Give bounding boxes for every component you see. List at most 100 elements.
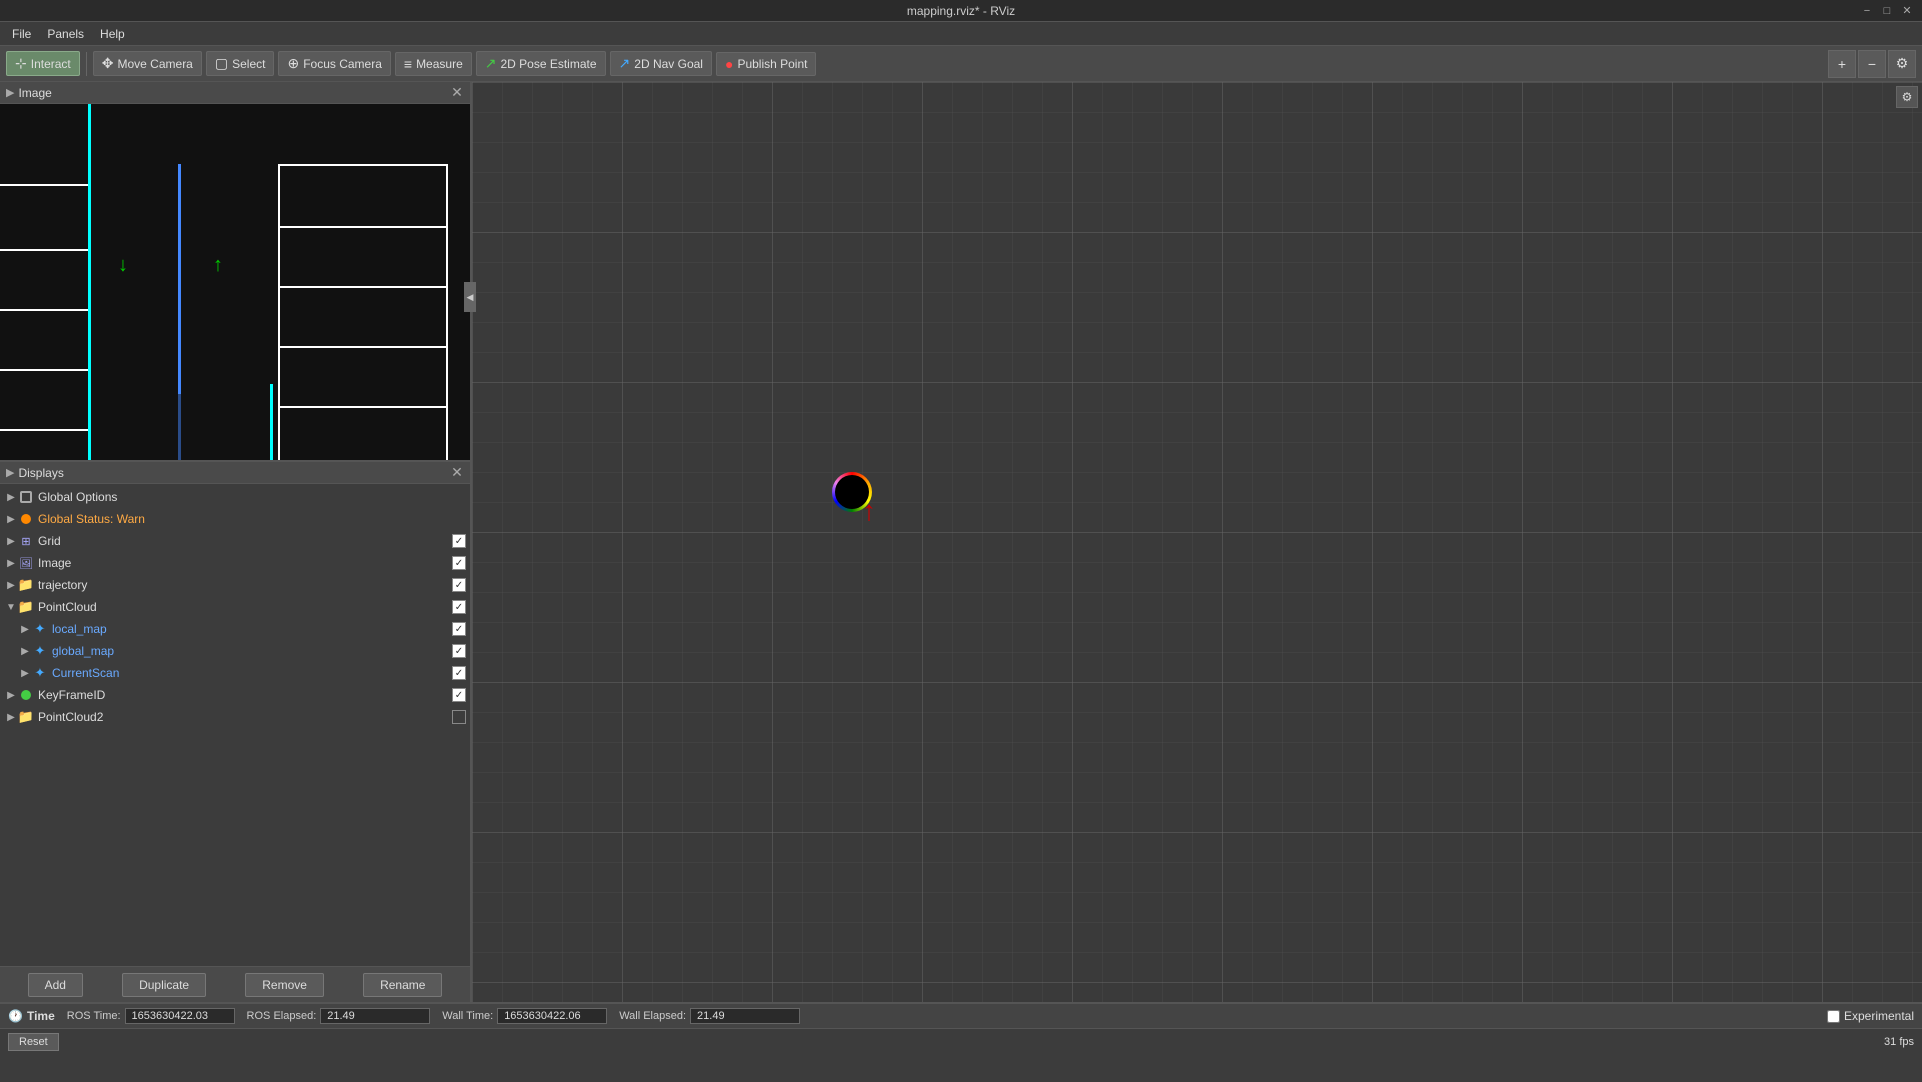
global-map-label: global_map: [52, 644, 452, 658]
duplicate-button[interactable]: Duplicate: [122, 973, 206, 997]
tool-select[interactable]: ▢ Select: [206, 51, 275, 76]
close-button[interactable]: ✕: [1900, 4, 1914, 18]
display-item-keyframeid[interactable]: ▶ KeyFrameID ✓: [0, 684, 470, 706]
expand-pointcloud2[interactable]: ▶: [4, 710, 18, 724]
focus-camera-icon: ⊕: [287, 55, 299, 72]
time-panel-label: 🕐 Time: [8, 1009, 55, 1023]
image-canvas: ↓ ↑ ❯ ❯: [0, 104, 470, 460]
tool-publish-point[interactable]: ● Publish Point: [716, 52, 817, 76]
panel-toggle-arrow[interactable]: ◀: [464, 282, 476, 312]
pointcloud2-label: PointCloud2: [38, 710, 452, 724]
displays-close[interactable]: ✕: [450, 466, 464, 480]
green-arrow-2: ↑: [213, 254, 223, 277]
cyan-line-bottom: [270, 384, 273, 460]
display-item-pointcloud2[interactable]: ▶ 📁 PointCloud2: [0, 706, 470, 728]
road-scene: ↓ ↑ ❯ ❯: [0, 104, 470, 460]
image-panel-header: ▶ Image ✕: [0, 82, 470, 104]
menu-help[interactable]: Help: [92, 25, 133, 43]
expand-trajectory[interactable]: ▶: [4, 578, 18, 592]
display-item-grid[interactable]: ▶ ⊞ Grid ✓: [0, 530, 470, 552]
expand-global-status[interactable]: ▶: [4, 512, 18, 526]
local-map-label: local_map: [52, 622, 452, 636]
image-display-label: Image: [38, 556, 452, 570]
display-item-currentscan[interactable]: ▶ ✦ CurrentScan ✓: [0, 662, 470, 684]
display-item-global-options[interactable]: ▶ Global Options: [0, 486, 470, 508]
blue-line-center: [178, 164, 181, 394]
keyframeid-checkbox[interactable]: ✓: [452, 688, 466, 702]
road-frame-right: [278, 164, 448, 460]
tool-2d-pose[interactable]: ↗ 2D Pose Estimate: [476, 51, 606, 76]
display-item-local-map[interactable]: ▶ ✦ local_map ✓: [0, 618, 470, 640]
minimize-button[interactable]: −: [1860, 4, 1874, 18]
expand-currentscan[interactable]: ▶: [18, 666, 32, 680]
statusbar: 🕐 Time ROS Time: 1653630422.03 ROS Elaps…: [0, 1002, 1922, 1054]
measure-label: Measure: [416, 57, 463, 71]
experimental-label: Experimental: [1844, 1009, 1914, 1023]
menu-file[interactable]: File: [4, 25, 39, 43]
local-map-checkbox[interactable]: ✓: [452, 622, 466, 636]
viewport-settings-btn[interactable]: ⚙: [1896, 86, 1918, 108]
expand-global-map[interactable]: ▶: [18, 644, 32, 658]
currentscan-checkbox[interactable]: ✓: [452, 666, 466, 680]
global-options-label: Global Options: [38, 490, 466, 504]
ros-time-group: ROS Time: 1653630422.03: [67, 1008, 235, 1024]
toolbar: ⊹ Interact ✥ Move Camera ▢ Select ⊕ Focu…: [0, 46, 1922, 82]
remove-button[interactable]: Remove: [245, 973, 324, 997]
global-map-checkbox[interactable]: ✓: [452, 644, 466, 658]
pointcloud2-checkbox[interactable]: [452, 710, 466, 724]
image-panel-close[interactable]: ✕: [450, 86, 464, 100]
displays-bottom: Add Duplicate Remove Rename: [0, 966, 470, 1002]
display-item-global-status[interactable]: ▶ Global Status: Warn: [0, 508, 470, 530]
add-button[interactable]: Add: [28, 973, 83, 997]
image-checkbox[interactable]: ✓: [452, 556, 466, 570]
rename-button[interactable]: Rename: [363, 973, 442, 997]
maximize-button[interactable]: □: [1880, 4, 1894, 18]
road-h-mark-2: [0, 249, 88, 251]
ros-elapsed-value: 21.49: [320, 1008, 430, 1024]
trajectory-icon: 📁: [18, 577, 34, 593]
2d-nav-label: 2D Nav Goal: [634, 57, 703, 71]
display-item-global-map[interactable]: ▶ ✦ global_map ✓: [0, 640, 470, 662]
image-panel-expand[interactable]: ▶: [6, 86, 14, 99]
expand-pointcloud[interactable]: ▼: [4, 600, 18, 614]
left-panel: ▶ Image ✕: [0, 82, 472, 1002]
tool-interact[interactable]: ⊹ Interact: [6, 51, 80, 76]
displays-expand-icon[interactable]: ▶: [6, 466, 14, 479]
time-label: Time: [27, 1009, 55, 1023]
expand-keyframeid[interactable]: ▶: [4, 688, 18, 702]
display-item-pointcloud[interactable]: ▼ 📁 PointCloud ✓: [0, 596, 470, 618]
global-status-icon: [18, 511, 34, 527]
pointcloud-icon: 📁: [18, 599, 34, 615]
currentscan-icon: ✦: [32, 665, 48, 681]
grid-icon: ⊞: [18, 533, 34, 549]
toolbar-settings-button[interactable]: ⚙: [1888, 50, 1916, 78]
tool-measure[interactable]: ≡ Measure: [395, 52, 472, 76]
tool-move-camera[interactable]: ✥ Move Camera: [93, 51, 202, 76]
expand-local-map[interactable]: ▶: [18, 622, 32, 636]
select-label: Select: [232, 57, 265, 71]
keyframeid-label: KeyFrameID: [38, 688, 452, 702]
bottom-bar: Reset 31 fps: [0, 1029, 1922, 1054]
green-arrow-1: ↓: [118, 254, 128, 277]
trajectory-checkbox[interactable]: ✓: [452, 578, 466, 592]
menu-panels[interactable]: Panels: [39, 25, 92, 43]
expand-global-options[interactable]: ▶: [4, 490, 18, 504]
tool-2d-nav[interactable]: ↗ 2D Nav Goal: [610, 51, 712, 76]
expand-grid[interactable]: ▶: [4, 534, 18, 548]
toolbar-minus-button[interactable]: −: [1858, 50, 1886, 78]
toolbar-plus-button[interactable]: +: [1828, 50, 1856, 78]
grid-checkbox[interactable]: ✓: [452, 534, 466, 548]
main-layout: ▶ Image ✕: [0, 82, 1922, 1002]
reset-button[interactable]: Reset: [8, 1033, 59, 1051]
display-item-trajectory[interactable]: ▶ 📁 trajectory ✓: [0, 574, 470, 596]
tool-focus-camera[interactable]: ⊕ Focus Camera: [278, 51, 390, 76]
toolbar-right: + − ⚙: [1828, 50, 1916, 78]
viewport[interactable]: ↑ ⚙: [472, 82, 1922, 1002]
experimental-checkbox[interactable]: [1827, 1010, 1840, 1023]
title-text: mapping.rviz* - RViz: [907, 4, 1015, 18]
ros-elapsed-key: ROS Elapsed:: [247, 1010, 317, 1022]
pointcloud-checkbox[interactable]: ✓: [452, 600, 466, 614]
wall-elapsed-group: Wall Elapsed: 21.49: [619, 1008, 800, 1024]
expand-image[interactable]: ▶: [4, 556, 18, 570]
display-item-image[interactable]: ▶ 🖼 Image ✓: [0, 552, 470, 574]
